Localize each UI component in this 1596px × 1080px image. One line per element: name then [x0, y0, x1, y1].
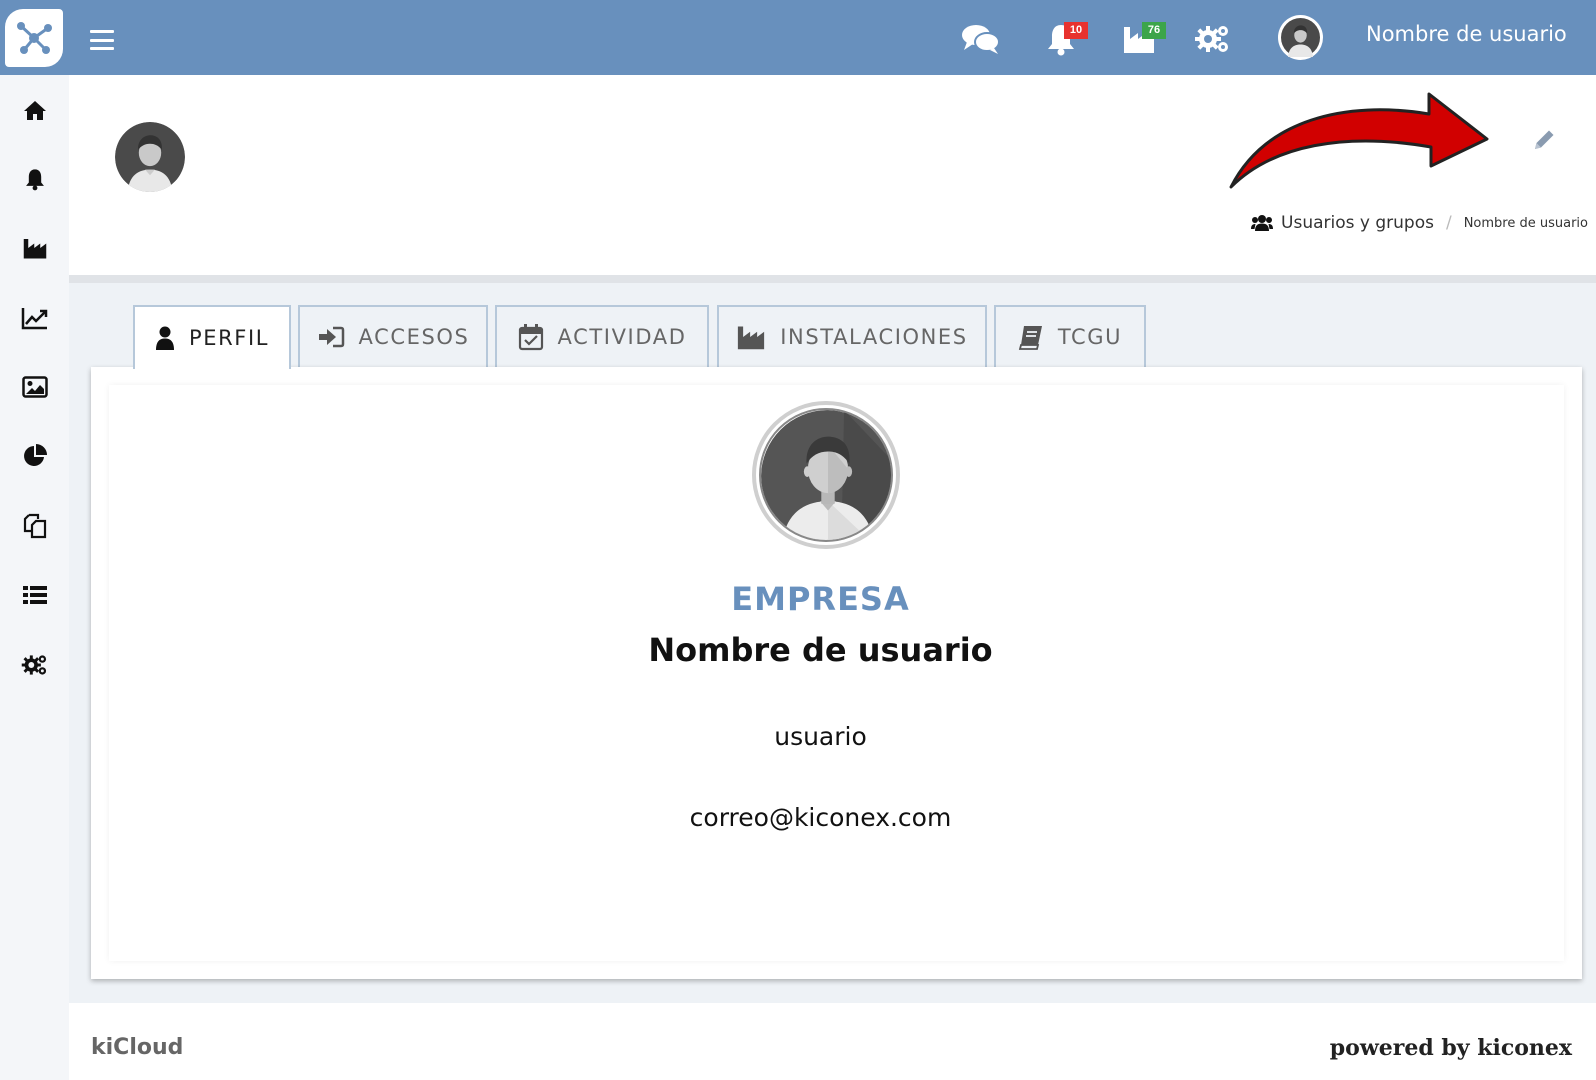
- user-avatar[interactable]: [1278, 15, 1323, 60]
- tab-tcgu[interactable]: TCGU: [994, 305, 1146, 367]
- book-icon: [1018, 326, 1042, 350]
- tab-label: PERFIL: [188, 326, 270, 350]
- home-icon: [24, 101, 46, 120]
- factory-icon: [738, 326, 765, 350]
- pencil-icon: [1535, 130, 1554, 149]
- company-name: EMPRESA: [731, 580, 910, 618]
- footer-brand: kiCloud: [91, 1035, 184, 1060]
- image-icon: [22, 376, 48, 398]
- list-icon: [23, 586, 47, 604]
- avatar-icon: [1281, 18, 1320, 57]
- sidebar-item-installations[interactable]: [20, 233, 50, 263]
- pie-chart-icon: [24, 444, 47, 466]
- installations-count-badge: 76: [1142, 22, 1166, 39]
- breadcrumb-parent-label: Usuarios y grupos: [1281, 213, 1434, 233]
- tab-perfil[interactable]: PERFIL: [133, 305, 291, 369]
- sidebar-item-images[interactable]: [20, 372, 50, 402]
- kiconex-logo[interactable]: [5, 9, 63, 67]
- users-icon: [1251, 215, 1274, 231]
- sidebar: [0, 75, 69, 1080]
- tab-label: INSTALACIONES: [780, 325, 968, 349]
- calendar-check-icon: [518, 324, 543, 351]
- sidebar-item-charts[interactable]: [20, 303, 50, 333]
- profile-email: correo@kiconex.com: [689, 803, 952, 832]
- tab-accesos[interactable]: ACCESOS: [298, 305, 488, 367]
- red-arrow-annotation: [1229, 92, 1489, 189]
- sidebar-item-home[interactable]: [20, 95, 50, 125]
- notifications-bell[interactable]: 10: [1040, 18, 1088, 60]
- avatar-icon: [761, 410, 891, 540]
- bell-icon: [26, 169, 44, 191]
- breadcrumb-separator: /: [1445, 213, 1452, 233]
- edit-profile-button[interactable]: [1531, 127, 1557, 153]
- installations-menu[interactable]: 76: [1118, 18, 1166, 60]
- tab-actividad[interactable]: ACTIVIDAD: [495, 305, 709, 367]
- avatar-icon: [115, 122, 185, 192]
- notifications-count-badge: 10: [1064, 22, 1088, 39]
- page-header: Usuarios y grupos / Nombre de usuario: [69, 75, 1596, 275]
- chat-icon[interactable]: [960, 18, 1002, 60]
- breadcrumb-users-groups[interactable]: Usuarios y grupos: [1251, 213, 1434, 233]
- user-icon: [155, 326, 174, 350]
- breadcrumb-current: Nombre de usuario: [1463, 215, 1588, 231]
- sign-in-icon: [318, 326, 344, 348]
- sidebar-item-settings[interactable]: [20, 650, 50, 680]
- top-username[interactable]: Nombre de usuario: [1366, 22, 1567, 46]
- tab-label: ACTIVIDAD: [557, 325, 687, 349]
- gears-icon: [21, 655, 47, 675]
- tab-label: TCGU: [1057, 325, 1123, 349]
- network-logo-icon: [17, 22, 52, 54]
- sidebar-item-documents[interactable]: [20, 511, 50, 541]
- hamburger-menu-icon[interactable]: [90, 30, 114, 50]
- line-chart-icon: [21, 308, 48, 330]
- footer-powered-by: powered by kiconex: [1329, 1035, 1572, 1061]
- header-avatar: [115, 122, 185, 192]
- sidebar-item-reports[interactable]: [20, 441, 50, 471]
- factory-icon: [23, 239, 47, 259]
- sidebar-item-lists[interactable]: [20, 580, 50, 610]
- footer: kiCloud powered by kiconex: [69, 1005, 1596, 1080]
- breadcrumb: Usuarios y grupos / Nombre de usuario: [1251, 213, 1588, 233]
- profile-username: usuario: [774, 722, 867, 751]
- top-navbar: 10 76 Nombre de usuario: [0, 0, 1596, 75]
- copy-icon: [23, 513, 47, 539]
- profile-avatar: [752, 401, 900, 549]
- settings-gear-icon[interactable]: [1192, 18, 1234, 60]
- sidebar-item-alarms[interactable]: [20, 164, 50, 194]
- tab-label: ACCESOS: [358, 325, 470, 349]
- tab-instalaciones[interactable]: INSTALACIONES: [717, 305, 987, 367]
- profile-full-name: Nombre de usuario: [648, 631, 993, 669]
- header-divider: [69, 275, 1596, 283]
